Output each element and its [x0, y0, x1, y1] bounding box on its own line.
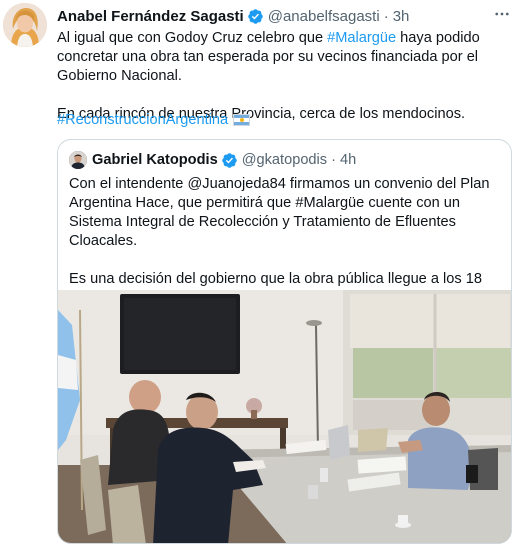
quoted-tweet-photo[interactable]	[58, 290, 511, 543]
quoted-tweet-timestamp[interactable]: 4h	[340, 152, 356, 168]
author-name[interactable]: Anabel Fernández Sagasti	[57, 8, 244, 25]
author-avatar[interactable]	[3, 3, 47, 47]
verified-badge-icon	[221, 152, 238, 169]
separator-dot: ·	[383, 7, 389, 25]
separator-dot: ·	[331, 152, 336, 168]
hashtag-line: #ReconstruccionArgentina	[57, 110, 251, 130]
quoted-paragraph-1: Con el intendente @Juanojeda84 firmamos …	[69, 176, 490, 249]
tweet-header: Anabel Fernández Sagasti @anabelfsagasti…	[57, 6, 492, 26]
quoted-author-handle[interactable]: @gkatopodis	[242, 152, 327, 168]
tweet-paragraph-1: Al igual que con Godoy Cruz celebro que …	[57, 30, 480, 84]
argentina-flag-icon	[233, 114, 251, 126]
more-options-icon[interactable]	[492, 4, 512, 24]
quoted-tweet-header: Gabriel Katopodis @gkatopodis · 4h	[69, 150, 356, 170]
quoted-tweet[interactable]: Gabriel Katopodis @gkatopodis · 4h Con e…	[57, 139, 512, 544]
author-handle[interactable]: @anabelfsagasti	[268, 8, 380, 25]
verified-badge-icon	[247, 8, 264, 25]
tweet[interactable]: Anabel Fernández Sagasti @anabelfsagasti…	[0, 0, 522, 548]
hashtag-link-reconstruccion[interactable]: #ReconstruccionArgentina	[57, 112, 228, 128]
hashtag-link-malargue[interactable]: #Malargüe	[327, 30, 396, 46]
quoted-author-name[interactable]: Gabriel Katopodis	[92, 152, 218, 168]
quoted-author-avatar[interactable]	[69, 151, 87, 169]
tweet-timestamp[interactable]: 3h	[393, 8, 410, 25]
